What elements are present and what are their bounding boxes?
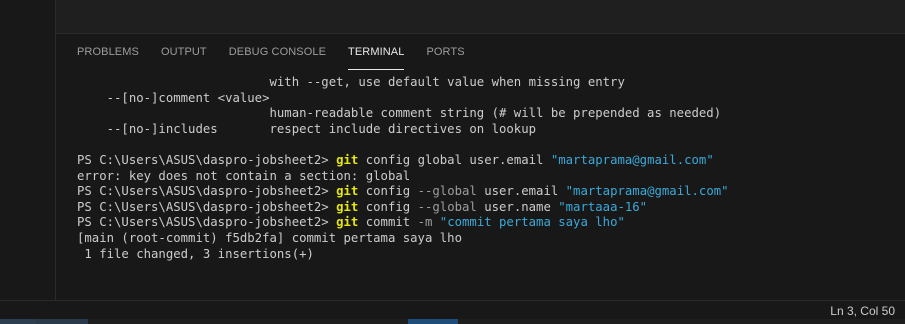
terminal-text: error: key does not contain a section: g… (77, 168, 411, 183)
tab-terminal[interactable]: TERMINAL (348, 46, 405, 70)
terminal-text: -m (417, 215, 433, 230)
terminal-text: human-readable comment string (# will be… (77, 106, 722, 121)
terminal-text: git (336, 215, 359, 230)
terminal-text: --global (417, 184, 477, 199)
tab-problems[interactable]: PROBLEMS (77, 46, 139, 70)
terminal-text: config (358, 199, 418, 214)
terminal-text: "commit pertama saya lho" (439, 215, 625, 230)
terminal-text: [main (root-commit) f5db2fa] commit pert… (77, 230, 462, 245)
terminal-text: user.email (476, 184, 566, 199)
terminal-text: commit (358, 215, 418, 230)
terminal-text: git (336, 152, 359, 167)
terminal-line: PS C:\Users\ASUS\daspro-jobsheet2> git c… (77, 200, 895, 216)
activity-bar (0, 0, 56, 300)
terminal-line: PS C:\Users\ASUS\daspro-jobsheet2> git c… (77, 215, 895, 231)
terminal-text: "martaaa-16" (558, 199, 648, 214)
terminal-text: git (336, 199, 359, 214)
terminal-text: --[no-]includes respect include directiv… (77, 121, 537, 136)
terminal-output[interactable]: with --get, use default value when missi… (77, 75, 895, 262)
terminal-line: [main (root-commit) f5db2fa] commit pert… (77, 231, 895, 247)
terminal-line: 1 file changed, 3 insertions(+) (77, 247, 895, 263)
terminal-line: with --get, use default value when missi… (77, 75, 895, 91)
panel-tabs: PROBLEMS OUTPUT DEBUG CONSOLE TERMINAL PORTS (77, 46, 487, 70)
terminal-line: PS C:\Users\ASUS\daspro-jobsheet2> git c… (77, 153, 895, 169)
terminal-text: "martaprama@gmail.com" (550, 152, 714, 167)
terminal-line: PS C:\Users\ASUS\daspro-jobsheet2> git c… (77, 184, 895, 200)
terminal-text: PS C:\Users\ASUS\daspro-jobsheet2> (77, 152, 337, 167)
tab-debug-console[interactable]: DEBUG CONSOLE (229, 46, 326, 70)
terminal-text: PS C:\Users\ASUS\daspro-jobsheet2> (77, 215, 337, 230)
terminal-text: user.name (476, 199, 559, 214)
status-bar-segment[interactable] (0, 319, 36, 324)
tab-output[interactable]: OUTPUT (161, 46, 207, 70)
terminal-text: PS C:\Users\ASUS\daspro-jobsheet2> (77, 199, 337, 214)
terminal-line: error: key does not contain a section: g… (77, 169, 895, 185)
terminal-text: --[no-]comment <value> (77, 90, 270, 105)
terminal-line: --[no-]comment <value> (77, 91, 895, 107)
terminal-text: config global user.email (358, 152, 551, 167)
terminal-line: --[no-]includes respect include directiv… (77, 122, 895, 138)
terminal-text: git (336, 184, 359, 199)
terminal-text: with --get, use default value when missi… (77, 75, 625, 89)
cursor-position[interactable]: Ln 3, Col 50 (830, 304, 895, 318)
status-bar-segment[interactable] (36, 319, 88, 324)
tab-ports[interactable]: PORTS (426, 46, 464, 70)
bottom-panel: PROBLEMS OUTPUT DEBUG CONSOLE TERMINAL PORTS… (56, 34, 905, 300)
terminal-text: "martaprama@gmail.com" (565, 184, 729, 199)
terminal-text: config (358, 184, 418, 199)
status-bar-segment[interactable] (408, 319, 458, 324)
editor-area (56, 0, 905, 34)
terminal-text: --global (417, 199, 477, 214)
terminal-text: 1 file changed, 3 insertions(+) (77, 246, 314, 261)
terminal-text: PS C:\Users\ASUS\daspro-jobsheet2> (77, 184, 337, 199)
terminal-line: human-readable comment string (# will be… (77, 106, 895, 122)
